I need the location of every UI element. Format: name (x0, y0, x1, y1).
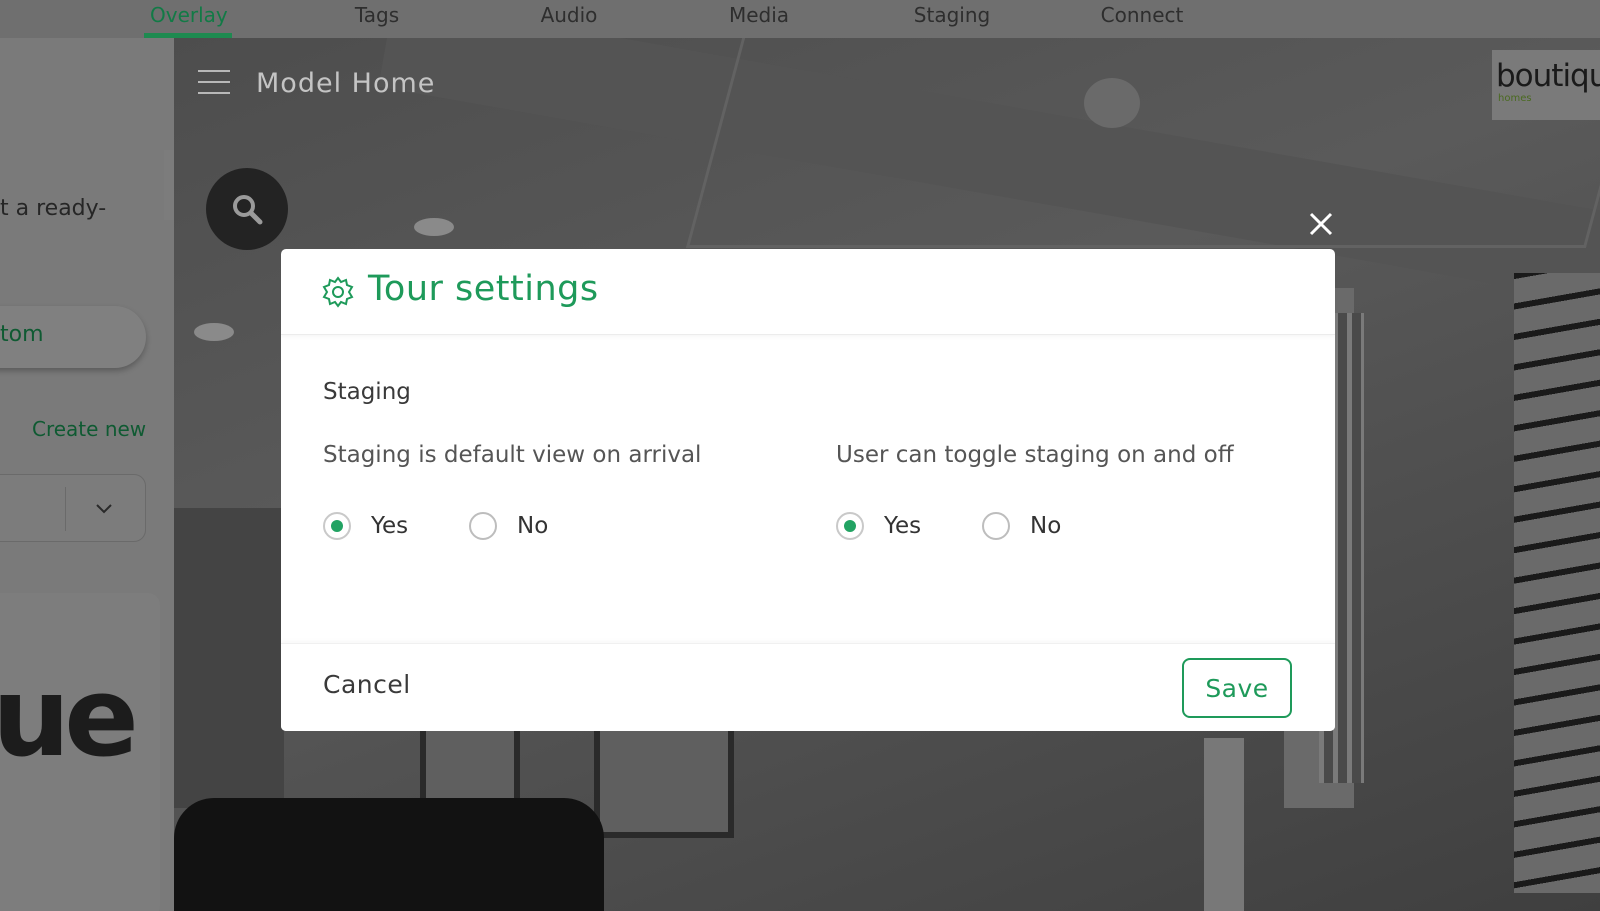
column (1204, 738, 1244, 911)
ceiling-light (414, 218, 454, 236)
radio-circle (982, 512, 1010, 540)
close-icon[interactable] (1304, 207, 1338, 241)
dialog-footer: Cancel Save (281, 643, 1335, 731)
search-icon (233, 195, 263, 225)
radio-default-view-yes[interactable]: Yes (323, 512, 408, 540)
save-button[interactable]: Save (1182, 658, 1292, 718)
dialog-header: Tour settings (281, 249, 1335, 335)
staircase (1514, 273, 1600, 893)
radio-label: Yes (884, 513, 922, 539)
create-new-link[interactable]: Create new (32, 417, 146, 441)
cancel-button[interactable]: Cancel (323, 670, 411, 699)
logo-preview-card[interactable]: ue (0, 593, 160, 911)
panel-dropdown[interactable] (0, 474, 146, 542)
radio-circle (469, 512, 497, 540)
radio-user-toggle-no[interactable]: No (982, 512, 1061, 540)
top-tab-bar: Overlay Tags Audio Media Staging Connect (0, 0, 1600, 38)
tab-overlay[interactable]: Overlay (144, 0, 232, 38)
dialog-title: Tour settings (368, 269, 599, 309)
brand-logo: boutiqu homes (1492, 50, 1600, 120)
ceiling-tray (685, 38, 1600, 248)
radio-user-toggle-yes[interactable]: Yes (836, 512, 921, 540)
brand-logo-subtext: homes (1498, 93, 1532, 104)
bookshelf (174, 508, 284, 808)
tab-staging[interactable]: Staging (910, 0, 994, 38)
section-heading: Staging (323, 379, 411, 405)
radio-default-view-no[interactable]: No (469, 512, 548, 540)
radio-circle (323, 512, 351, 540)
custom-option-label: tom (0, 322, 44, 347)
menu-icon[interactable] (198, 68, 230, 96)
tour-title: Model Home (256, 68, 436, 99)
radio-label: No (1030, 513, 1062, 539)
search-button[interactable] (206, 168, 288, 250)
dropdown-divider (65, 487, 66, 531)
radio-label: No (517, 513, 549, 539)
question-default-view: Staging is default view on arrival (323, 442, 702, 468)
ceiling-light (194, 323, 234, 341)
chevron-down-icon (96, 504, 112, 514)
panel-description: t a ready- (0, 196, 107, 221)
piano (174, 798, 604, 911)
brand-logo-text: boutiqu (1496, 58, 1600, 94)
wall-frame (594, 718, 734, 838)
tab-connect[interactable]: Connect (1099, 0, 1185, 38)
tour-settings-dialog: Tour settings Staging Staging is default… (281, 249, 1335, 731)
radio-circle (836, 512, 864, 540)
logo-preview-text: ue (0, 653, 139, 781)
tab-media[interactable]: Media (727, 0, 791, 38)
gear-icon (322, 276, 354, 308)
custom-option-button[interactable]: tom (0, 306, 146, 368)
left-panel: t a ready- tom Create new ue (0, 38, 174, 911)
question-user-toggle: User can toggle staging on and off (836, 442, 1234, 468)
radio-label: Yes (371, 513, 409, 539)
tab-tags[interactable]: Tags (352, 0, 402, 38)
tab-audio[interactable]: Audio (538, 0, 600, 38)
smoke-detector (1084, 78, 1140, 128)
